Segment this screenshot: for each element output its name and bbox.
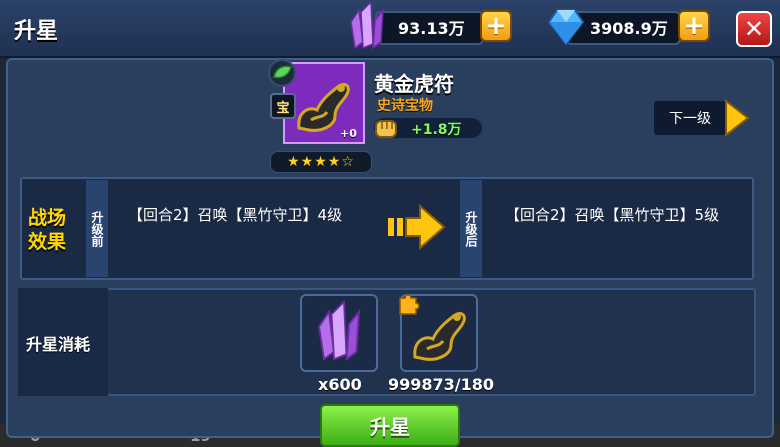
power-value: +1.8万 (411, 122, 462, 138)
before-upgrade-text: 升级前 (90, 210, 104, 247)
next-level-label: 下一级 (669, 111, 711, 127)
leaf-emblem-icon (268, 59, 296, 87)
purple-crystal-icon (318, 301, 361, 362)
before-effect-text: 【回合2】召唤【黑竹守卫】4级 (128, 206, 343, 224)
item-name: 黄金虎符 (374, 72, 454, 96)
item-rarity: 史诗宝物 (377, 98, 433, 114)
star-rating: ★★★★☆ (270, 151, 372, 173)
cost-crystal-amount: x600 (318, 375, 362, 394)
crystal-value: 93.13万 (398, 19, 465, 38)
after-upgrade-text: 升级后 (464, 210, 478, 247)
star-rating-text: ★★★★☆ (287, 154, 355, 170)
next-arrow-icon[interactable] (724, 99, 750, 137)
item-level-badge: +0 (340, 127, 357, 140)
upgrade-arrow-icon (388, 204, 446, 250)
cost-label: 升星消耗 (26, 335, 91, 354)
star-up-button[interactable]: 升星 (320, 404, 460, 447)
close-icon: ✕ (743, 15, 765, 43)
blue-diamond-icon (547, 9, 585, 46)
puzzle-piece-icon (399, 294, 420, 315)
cost-row (18, 288, 756, 396)
before-upgrade-label: 升级前 (86, 180, 108, 277)
after-effect-text: 【回合2】召唤【黑竹守卫】5级 (505, 206, 720, 224)
close-button[interactable]: ✕ (736, 11, 772, 47)
battle-effect-title: 战场效果 (28, 207, 67, 253)
fist-power-icon (375, 120, 397, 138)
page-title: 升星 (14, 19, 59, 44)
add-crystal-button[interactable]: + (480, 10, 512, 42)
treasure-type-label: 宝 (276, 100, 290, 116)
treasure-type-badge: 宝 (270, 93, 296, 119)
purple-crystal-icon (350, 2, 384, 50)
diamond-value: 3908.9万 (590, 19, 668, 38)
after-upgrade-label: 升级后 (460, 180, 482, 277)
next-level-button[interactable]: 下一级 (654, 101, 726, 135)
cost-tally-amount: 999873/180 (388, 375, 495, 394)
star-up-label: 升星 (370, 415, 410, 439)
add-diamond-button[interactable]: + (678, 10, 710, 42)
